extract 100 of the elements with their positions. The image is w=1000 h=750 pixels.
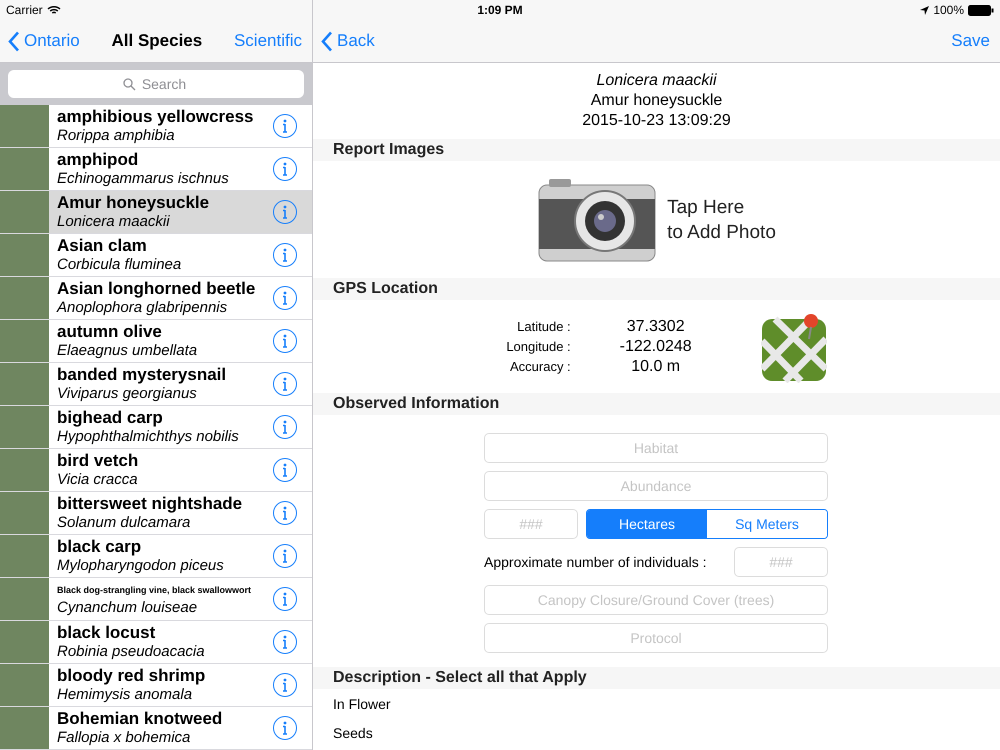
info-button[interactable]: [273, 716, 297, 740]
species-row[interactable]: black carp Mylopharyngodon piceus: [0, 535, 312, 578]
scientific-name: Cynanchum louiseae: [57, 598, 198, 616]
scientific-name: Lonicera maackii: [596, 71, 717, 91]
protocol-field[interactable]: Protocol: [484, 623, 828, 653]
species-name: banded mysterysnail: [57, 365, 228, 384]
info-icon: [282, 205, 288, 219]
section-header: Description - Select all that Apply: [313, 667, 1000, 689]
species-row[interactable]: autumn olive Elaeagnus umbellata: [0, 320, 312, 363]
species-name: autumn olive: [57, 322, 163, 341]
canopy-field[interactable]: Canopy Closure/Ground Cover (trees): [484, 585, 828, 615]
photo-placeholder: [0, 234, 49, 276]
add-photo-button[interactable]: Tap Here to Add Photo: [537, 176, 776, 262]
save-button[interactable]: Save: [951, 31, 990, 51]
individuals-label: Approximate number of individuals :: [484, 554, 708, 570]
species-row[interactable]: Asian longhorned beetle Anoplophora glabripennis: [0, 277, 312, 320]
species-row[interactable]: Amur honeysuckle Lonicera maackii: [0, 191, 312, 234]
carrier-label: Carrier: [6, 3, 43, 17]
info-button[interactable]: [273, 243, 297, 267]
common-name: Amur honeysuckle: [590, 91, 722, 111]
gps-label: Latitude :: [516, 318, 571, 336]
back-button[interactable]: Ontario: [8, 30, 80, 52]
species-row[interactable]: Bohemian knotweed Fallopia x bohemica: [0, 707, 312, 750]
info-icon: [282, 334, 288, 348]
info-icon: [282, 463, 288, 477]
info-button[interactable]: [273, 673, 297, 697]
scientific-name: Hypophthalmichthys nobilis: [57, 427, 240, 446]
photo-placeholder: [0, 406, 49, 448]
habitat-field[interactable]: Habitat: [484, 433, 828, 463]
species-row[interactable]: bloody red shrimp Hemimysis anomala: [0, 664, 312, 707]
search-icon: [123, 78, 136, 91]
species-name: amphibious yellowcress: [57, 107, 255, 126]
info-button[interactable]: [273, 630, 297, 654]
back-button[interactable]: Back: [321, 30, 375, 52]
info-icon: [282, 420, 288, 434]
photo-placeholder: [0, 535, 49, 577]
wifi-icon: [46, 5, 61, 15]
info-button[interactable]: [273, 458, 297, 482]
scientific-name: Echinogammarus ischnus: [57, 169, 230, 188]
photo-placeholder: [0, 105, 49, 147]
species-name: Asian longhorned beetle: [57, 279, 256, 298]
gps-label: Longitude :: [506, 338, 571, 356]
scientific-name: Fallopia x bohemica: [57, 728, 192, 747]
species-row[interactable]: bittersweet nightshade Solanum dulcamara: [0, 492, 312, 535]
species-row[interactable]: bird vetch Vicia cracca: [0, 449, 312, 492]
description-option[interactable]: In Flower: [313, 689, 1000, 718]
scientific-name: Lonicera maackii: [57, 212, 171, 231]
photo-placeholder: [0, 449, 49, 491]
photo-placeholder: [0, 363, 49, 405]
scientific-name: Robinia pseudoacacia: [57, 642, 206, 661]
species-row[interactable]: amphipod Echinogammarus ischnus: [0, 148, 312, 191]
section-header: GPS Location: [313, 278, 1000, 300]
info-icon: [282, 162, 288, 176]
gps-label: Accuracy :: [508, 358, 571, 376]
info-icon: [282, 248, 288, 262]
gps-value: 37.3302: [626, 316, 686, 336]
search-field[interactable]: Search: [8, 70, 304, 98]
battery-icon: [968, 4, 994, 16]
section-header: Report Images: [313, 139, 1000, 161]
species-name: bighead carp: [57, 408, 164, 427]
scientific-name: Solanum dulcamara: [57, 513, 192, 532]
info-button[interactable]: [273, 329, 297, 353]
description-option[interactable]: Seeds: [313, 718, 1000, 747]
species-name: bloody red shrimp: [57, 666, 206, 685]
species-row[interactable]: banded mysterysnail Viviparus georgianus: [0, 363, 312, 406]
info-button[interactable]: [273, 544, 297, 568]
species-row[interactable]: amphibious yellowcress Rorippa amphibia: [0, 105, 312, 148]
photo-placeholder: [0, 277, 49, 319]
photo-placeholder: [0, 148, 49, 190]
species-name: amphipod: [57, 150, 140, 169]
info-button[interactable]: [273, 415, 297, 439]
scientific-button[interactable]: Scientific: [234, 31, 302, 51]
abundance-field[interactable]: Abundance: [484, 471, 828, 501]
species-row[interactable]: bighead carp Hypophthalmichthys nobilis: [0, 406, 312, 449]
nav-title: All Species: [112, 31, 202, 51]
location-arrow-icon: [920, 6, 930, 14]
info-icon: [282, 549, 288, 563]
info-button[interactable]: [273, 157, 297, 181]
species-name: black locust: [57, 623, 156, 642]
photo-placeholder: [0, 191, 49, 233]
info-button[interactable]: [273, 286, 297, 310]
species-row[interactable]: Black dog-strangling vine, black swallowwort Cynanchum louiseae: [0, 578, 312, 621]
info-button[interactable]: [273, 372, 297, 396]
info-button[interactable]: [273, 501, 297, 525]
gps-value: -122.0248: [618, 336, 693, 356]
info-icon: [282, 377, 288, 391]
area-field[interactable]: ###: [484, 509, 578, 539]
camera-icon: [537, 176, 658, 262]
status-time: 1:09 PM: [477, 3, 523, 17]
info-icon: [282, 678, 288, 692]
individuals-field[interactable]: ###: [734, 547, 828, 577]
unit-segment[interactable]: Hectares: [587, 510, 707, 538]
section-header: Observed Information: [313, 393, 1000, 415]
info-button[interactable]: [273, 587, 297, 611]
species-row[interactable]: black locust Robinia pseudoacacia: [0, 621, 312, 664]
species-name: bird vetch: [57, 451, 140, 470]
info-button[interactable]: [273, 200, 297, 224]
species-row[interactable]: Asian clam Corbicula fluminea: [0, 234, 312, 277]
info-button[interactable]: [273, 114, 297, 138]
species-name: Bohemian knotweed: [57, 709, 224, 728]
